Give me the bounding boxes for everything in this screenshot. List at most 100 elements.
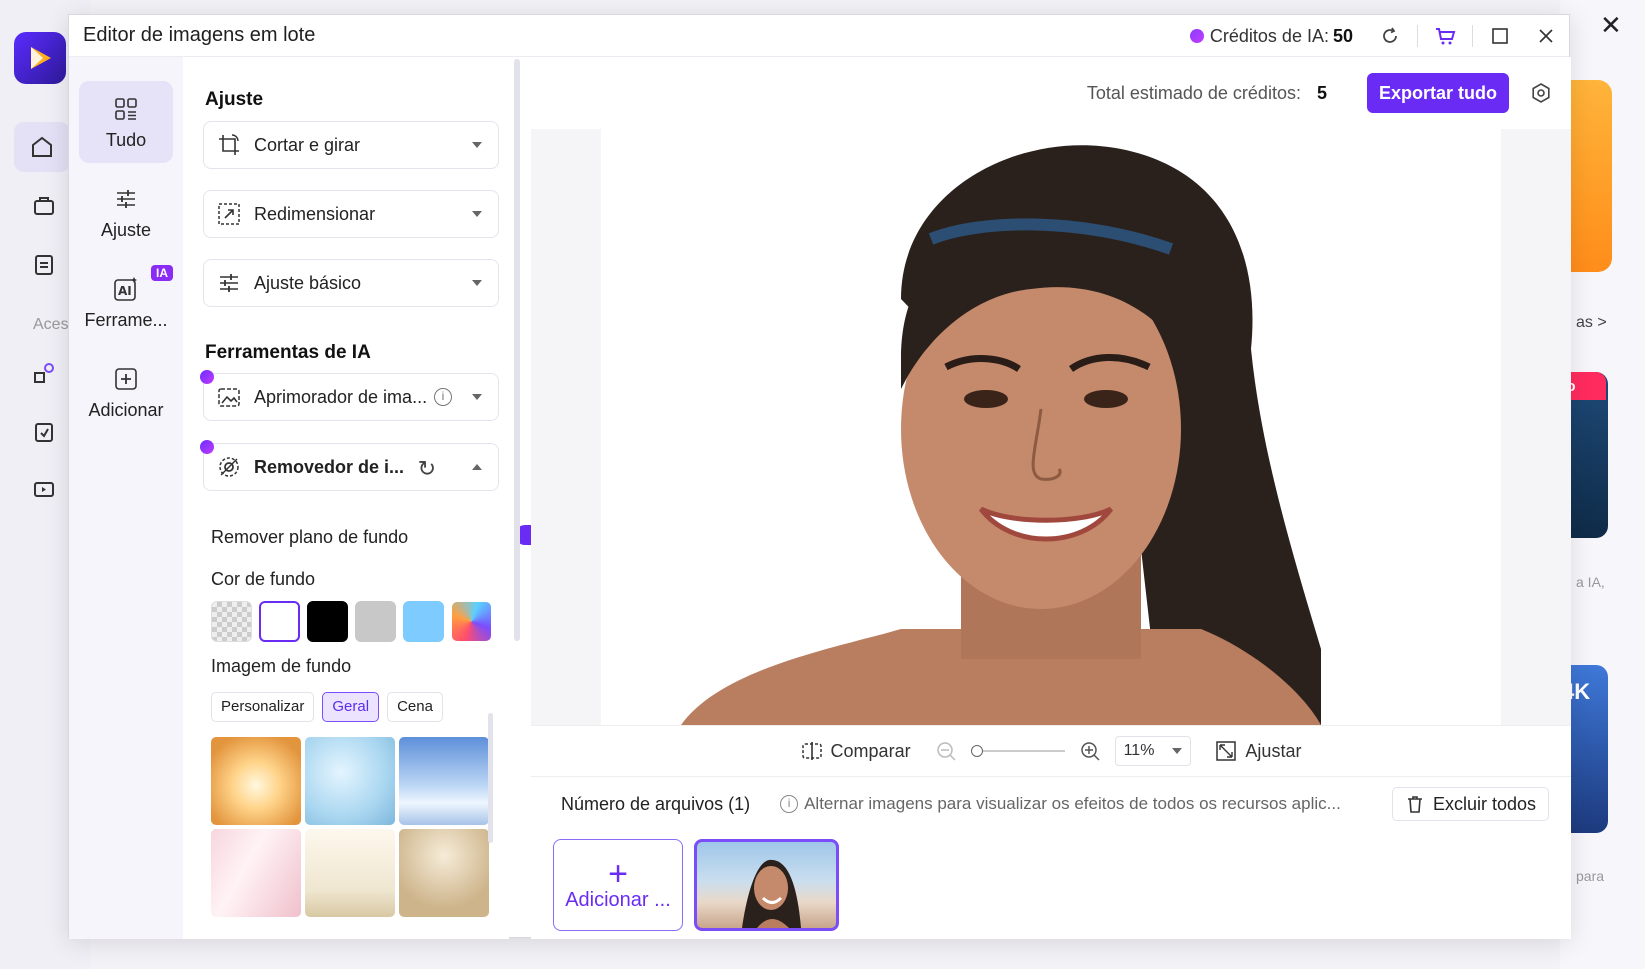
window-title: Editor de imagens em lote [83, 24, 316, 46]
category-nav: Tudo Ajuste IA AI Ferrame... Adicionar [69, 57, 183, 939]
basic-adjust-icon [216, 270, 242, 296]
plus-box-icon [111, 364, 141, 394]
section-title-ajuste: Ajuste [205, 89, 264, 110]
apps-icon[interactable] [24, 353, 64, 393]
ai-icon: AI [111, 274, 141, 304]
zoom-out-icon[interactable] [935, 740, 957, 762]
nav-item-adicionar[interactable]: Adicionar [79, 351, 173, 433]
preview-controls: Comparar 11% Ajustar [531, 725, 1571, 777]
swatch-gray[interactable] [355, 601, 396, 642]
preview-topbar: Total estimado de créditos: 5 Exportar t… [1087, 57, 1571, 129]
fit-button[interactable]: Ajustar [1215, 740, 1301, 762]
grid-icon [111, 94, 141, 124]
thumbs-scrollbar[interactable] [488, 713, 493, 843]
dropdown-crop-rotate[interactable]: Cortar e girar [203, 121, 499, 169]
resize-icon [216, 201, 242, 227]
preview-area: Total estimado de créditos: 5 Exportar t… [531, 57, 1571, 939]
bg-color-label: Cor de fundo [211, 569, 316, 589]
dropdown-image-enhancer[interactable]: Aprimorador de ima... i [200, 370, 499, 421]
swatch-gradient[interactable] [451, 601, 492, 642]
zoom-select[interactable]: 11% [1114, 736, 1192, 766]
nav-item-ajuste[interactable]: Ajuste [79, 171, 173, 253]
swatch-transparent[interactable] [211, 601, 252, 642]
bg-fragment: para [1576, 868, 1605, 884]
export-all-button[interactable]: Exportar tudo [1366, 73, 1509, 113]
dropdown-bg-remover[interactable]: Removedor de i... ↻ [200, 440, 499, 491]
title-controls: Créditos de IA: 50 [1189, 15, 1569, 57]
background-close-icon[interactable]: ✕ [1600, 10, 1622, 41]
files-hint: i Alternar imagens para visualizar os ef… [780, 794, 1341, 814]
home-icon[interactable] [14, 122, 70, 172]
bg-image-thumb[interactable] [305, 737, 395, 825]
settings-icon[interactable] [1521, 73, 1561, 113]
crop-rotate-icon [216, 132, 242, 158]
tab-geral[interactable]: Geral [322, 692, 380, 722]
tab-cena[interactable]: Cena [387, 692, 443, 722]
delete-all-button[interactable]: Excluir todos [1391, 787, 1549, 821]
dropdown-label: Aprimorador de ima... [254, 386, 428, 407]
chevron-down-icon [472, 142, 482, 148]
reset-icon[interactable]: ↻ [418, 456, 436, 482]
credits-label: Créditos de IA: [1209, 25, 1329, 46]
rail-section-label: Aces [33, 316, 69, 333]
ai-credits: Créditos de IA: 50 [1189, 25, 1353, 47]
bg-image-thumb[interactable] [305, 829, 395, 917]
file-thumbnail[interactable] [694, 839, 839, 931]
trash-icon [1407, 796, 1422, 813]
swatch-black[interactable] [307, 601, 348, 642]
nav-label: Adicionar [88, 399, 164, 420]
close-icon[interactable] [1523, 15, 1569, 57]
remove-bg-label: Remover plano de fundo [211, 527, 409, 547]
enhance-icon [216, 384, 242, 410]
remover-icon [216, 454, 242, 480]
dropdown-resize[interactable]: Redimensionar [203, 190, 499, 238]
tab-personalizar[interactable]: Personalizar [211, 692, 315, 722]
cart-icon[interactable] [1422, 15, 1468, 57]
bg-image-thumb[interactable] [211, 737, 301, 825]
compare-label: Comparar [830, 740, 911, 761]
dropdown-basic-adjust[interactable]: Ajuste básico [203, 259, 499, 307]
refresh-icon[interactable] [1367, 15, 1413, 57]
section-title-ai-tools: Ferramentas de IA [205, 342, 371, 363]
zoom-in-icon[interactable] [1079, 740, 1101, 762]
dropdown-label: Cortar e girar [254, 134, 361, 155]
bg-image-thumb[interactable] [211, 829, 301, 917]
add-file-label: Adicionar ... [565, 888, 671, 911]
nav-label: Ferrame... [84, 309, 168, 330]
add-file-button[interactable]: + Adicionar ... [553, 839, 683, 931]
credits-value: 50 [1332, 25, 1353, 46]
nav-item-ferramentas[interactable]: IA AI Ferrame... [79, 261, 173, 343]
bg-image-tabs: Personalizar Geral Cena [211, 692, 443, 722]
bg-fragment: a IA, [1576, 574, 1605, 590]
maximize-icon[interactable] [1477, 15, 1523, 57]
chevron-down-icon [472, 280, 482, 286]
credits-icon [1189, 29, 1204, 43]
document-icon[interactable] [24, 245, 64, 285]
divider [1472, 25, 1473, 47]
info-icon[interactable]: i [434, 388, 452, 406]
zoom-slider[interactable] [970, 745, 1065, 757]
swatch-light-blue[interactable] [403, 601, 444, 642]
ai-pin-icon [200, 370, 214, 384]
edit-doc-icon[interactable] [24, 412, 64, 452]
ia-badge: IA [151, 265, 173, 281]
bg-image-thumb[interactable] [399, 737, 489, 825]
info-icon: i [780, 795, 799, 813]
nav-item-tudo[interactable]: Tudo [79, 81, 173, 163]
toolbox-icon[interactable] [24, 186, 64, 226]
media-icon[interactable] [24, 470, 64, 510]
batch-editor-window: Editor de imagens em lote Créditos de IA… [68, 14, 1571, 939]
sliders-icon [111, 184, 141, 214]
title-bar: Editor de imagens em lote Créditos de IA… [69, 15, 1569, 57]
fit-label: Ajustar [1245, 740, 1302, 761]
files-bar: Número de arquivos (1) i Alternar imagen… [531, 779, 1571, 829]
bg-color-swatches [211, 601, 492, 642]
chevron-down-icon [472, 394, 482, 400]
chevron-down-icon [1172, 748, 1183, 754]
bg-image-thumb[interactable] [399, 829, 489, 917]
panel-scrollbar[interactable] [514, 59, 520, 641]
swatch-white[interactable] [259, 601, 300, 642]
compare-button[interactable]: Comparar [801, 740, 911, 762]
total-credits-value: 5 [1316, 82, 1327, 103]
divider [1417, 25, 1418, 47]
